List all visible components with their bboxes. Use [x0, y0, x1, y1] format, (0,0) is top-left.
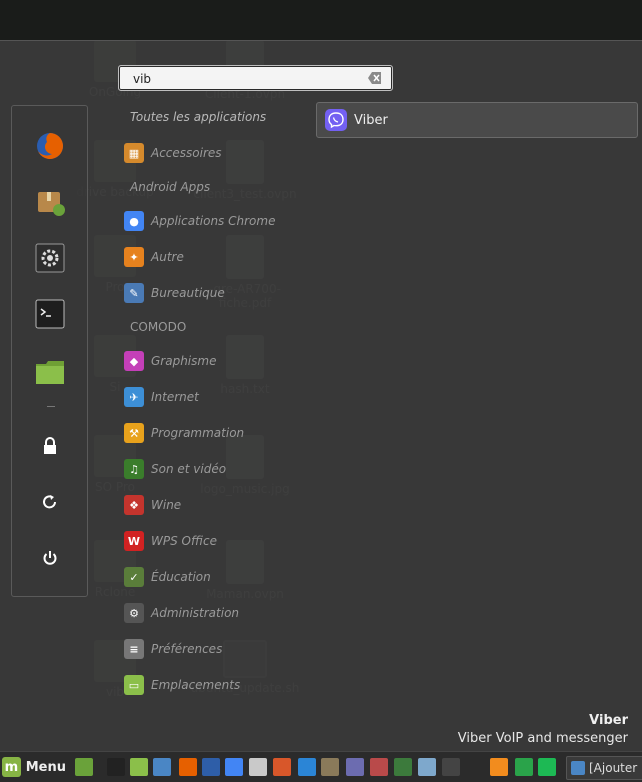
- wine-icon: ❖: [124, 495, 144, 515]
- multimedia-icon: ♫: [124, 459, 144, 479]
- mint-logo-icon: m: [2, 757, 21, 777]
- firefox-launcher-icon[interactable]: [179, 758, 197, 776]
- category-label: Accessoires: [151, 146, 222, 160]
- calculator-icon: ▦: [124, 143, 144, 163]
- places-icon: ▭: [124, 675, 144, 695]
- preferences-icon: ≡: [124, 639, 144, 659]
- show-desktop-icon[interactable]: [75, 758, 93, 776]
- network-tray-icon[interactable]: [442, 758, 460, 776]
- screenshot-launcher-icon[interactable]: [418, 758, 436, 776]
- category-label: Son et vidéo: [151, 462, 227, 476]
- category-item[interactable]: ✎ Bureautique: [124, 282, 304, 304]
- category-item[interactable]: ♫ Son et vidéo: [124, 458, 304, 480]
- gimp-launcher-icon[interactable]: [321, 758, 339, 776]
- category-label: Préférences: [151, 642, 223, 656]
- app-info-name: Viber: [589, 713, 628, 728]
- window-list-label: [Ajouter u: [589, 761, 642, 775]
- app-info-description: Viber VoIP and messenger: [457, 731, 628, 746]
- category-comodo[interactable]: COMODO: [130, 320, 186, 334]
- spotify-tray-icon[interactable]: [538, 758, 556, 776]
- category-item[interactable]: ❖ Wine: [124, 494, 304, 516]
- viber-icon: [325, 109, 347, 131]
- category-item[interactable]: ▦ Accessoires: [124, 142, 304, 164]
- files-launcher-icon[interactable]: [130, 758, 148, 776]
- search-result-viber[interactable]: Viber: [316, 102, 638, 138]
- package-installer-icon[interactable]: [34, 186, 66, 218]
- search-input[interactable]: [131, 69, 355, 89]
- category-item[interactable]: ⚒ Programmation: [124, 422, 304, 444]
- chrome-icon: ●: [124, 211, 144, 231]
- category-all-applications[interactable]: Toutes les applications: [130, 110, 266, 124]
- files2-launcher-icon[interactable]: [249, 758, 267, 776]
- category-label: Applications Chrome: [151, 214, 276, 228]
- category-label: Internet: [151, 390, 199, 404]
- category-item[interactable]: ◆ Graphisme: [124, 350, 304, 372]
- logout-icon[interactable]: [40, 492, 60, 512]
- gnome-system-launcher-icon[interactable]: [394, 758, 412, 776]
- favorites-separator: [47, 406, 55, 407]
- window-list-button[interactable]: [Ajouter u: [566, 756, 642, 780]
- category-label: Administration: [151, 606, 240, 620]
- category-item[interactable]: ● Applications Chrome: [124, 210, 304, 232]
- category-label: Éducation: [151, 570, 211, 584]
- taskbar: m Menu [Ajouter u: [0, 751, 642, 782]
- category-item[interactable]: ✈ Internet: [124, 386, 304, 408]
- scribus-launcher-icon[interactable]: [273, 758, 291, 776]
- menu-button[interactable]: m Menu: [2, 755, 66, 779]
- wps-icon: W: [124, 531, 144, 551]
- category-label: WPS Office: [151, 534, 217, 548]
- other-icon: ✦: [124, 247, 144, 267]
- category-label: Bureautique: [151, 286, 225, 300]
- vscode-launcher-icon[interactable]: [298, 758, 316, 776]
- rss-tray-icon[interactable]: [490, 758, 508, 776]
- chrome-launcher-icon[interactable]: [225, 758, 243, 776]
- category-android-apps[interactable]: Android Apps: [130, 180, 210, 194]
- s-tray-icon[interactable]: [515, 758, 533, 776]
- application-menu: [0, 40, 642, 751]
- category-label: Graphisme: [151, 354, 217, 368]
- education-icon: ✓: [124, 567, 144, 587]
- office-icon: ✎: [124, 283, 144, 303]
- favorites-panel: [11, 105, 88, 597]
- terminal-icon[interactable]: [34, 298, 66, 330]
- lock-icon[interactable]: [40, 436, 60, 456]
- category-label: Emplacements: [151, 678, 241, 692]
- firefox-icon[interactable]: [34, 130, 66, 162]
- system-settings-icon[interactable]: [34, 242, 66, 274]
- category-label: Wine: [151, 498, 182, 512]
- power-icon[interactable]: [40, 548, 60, 568]
- window-app-icon: [571, 761, 585, 775]
- internet-icon: ✈: [124, 387, 144, 407]
- category-label: Autre: [151, 250, 184, 264]
- folder-icon[interactable]: [34, 356, 66, 388]
- menu-button-label: Menu: [25, 759, 66, 775]
- system-monitor-launcher-icon[interactable]: [370, 758, 388, 776]
- category-item[interactable]: ▭ Emplacements: [124, 674, 304, 696]
- category-item[interactable]: ✦ Autre: [124, 246, 304, 268]
- clear-search-icon[interactable]: [368, 72, 382, 84]
- bitwarden-launcher-icon[interactable]: [202, 758, 220, 776]
- search-result-label: Viber: [354, 112, 388, 128]
- category-item[interactable]: ⚙ Administration: [124, 602, 304, 624]
- category-label: Programmation: [151, 426, 245, 440]
- category-item[interactable]: ≡ Préférences: [124, 638, 304, 660]
- search-box[interactable]: [118, 65, 393, 91]
- chromium-launcher-icon[interactable]: [153, 758, 171, 776]
- terminal-launcher-icon[interactable]: [107, 758, 125, 776]
- inkscape-launcher-icon[interactable]: [346, 758, 364, 776]
- programming-icon: ⚒: [124, 423, 144, 443]
- graphics-icon: ◆: [124, 351, 144, 371]
- administration-icon: ⚙: [124, 603, 144, 623]
- category-item[interactable]: ✓ Éducation: [124, 566, 304, 588]
- category-item[interactable]: W WPS Office: [124, 530, 304, 552]
